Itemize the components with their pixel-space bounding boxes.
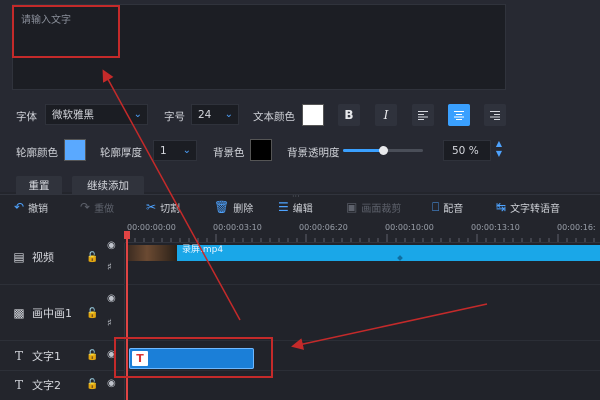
annotation-arrows xyxy=(102,69,488,350)
annotation-arrow xyxy=(102,69,241,321)
annotation-arrow xyxy=(291,303,488,350)
